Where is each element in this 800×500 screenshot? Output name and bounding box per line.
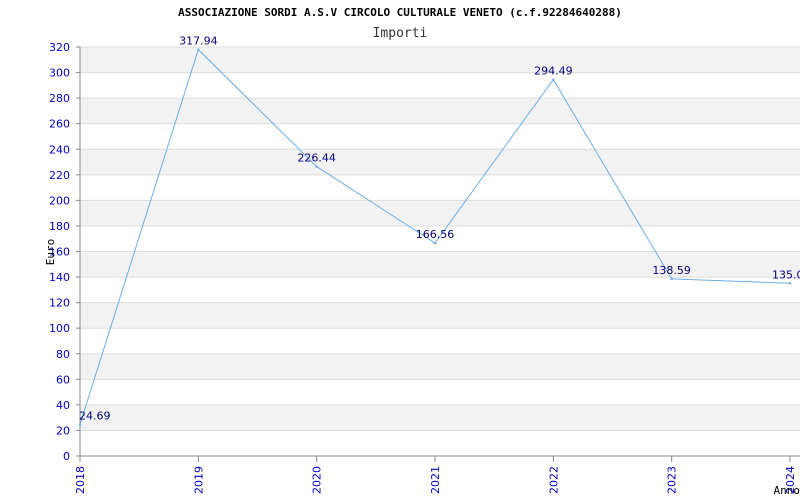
grid-band (80, 251, 800, 278)
data-point (78, 423, 82, 426)
y-tick-label: 180 (49, 220, 70, 233)
data-label: 138.59 (652, 264, 691, 277)
x-tick-label: 2019 (192, 466, 205, 494)
x-tick-label: 2018 (74, 466, 87, 494)
data-point (552, 78, 555, 81)
y-tick-label: 120 (49, 297, 70, 310)
grid-band (80, 404, 800, 431)
data-point (197, 48, 200, 51)
line-chart: ASSOCIAZIONE SORDI A.S.V CIRCOLO CULTURA… (44, 6, 800, 497)
grid-band (80, 149, 800, 175)
data-label: 294.49 (534, 65, 573, 78)
x-axis-ticks: 2018 2019 2020 2021 2022 2023 2024 (74, 456, 797, 494)
chart-subtitle: Importi (373, 26, 428, 41)
y-tick-label: 0 (63, 450, 70, 463)
grid-band (80, 98, 800, 124)
y-tick-label: 20 (56, 424, 70, 437)
y-tick-label: 200 (49, 194, 70, 207)
data-label: 226.44 (297, 152, 336, 165)
y-tick-label: 40 (56, 399, 70, 412)
y-tick-label: 280 (49, 92, 70, 105)
x-tick-label: 2022 (547, 466, 560, 494)
x-axis-label: Anno (774, 484, 800, 497)
data-label: 317.94 (179, 35, 218, 48)
grid-band (80, 353, 800, 380)
y-tick-label: 320 (49, 41, 70, 54)
grid-band (80, 200, 800, 226)
data-point (788, 282, 792, 285)
y-tick-label: 300 (49, 67, 70, 80)
x-tick-label: 2020 (311, 466, 324, 494)
y-axis-label: Euro (44, 239, 57, 266)
grid-band (80, 302, 800, 329)
data-label: 24.69 (79, 409, 111, 422)
data-point (433, 241, 437, 245)
data-label: 166.56 (416, 228, 455, 241)
data-point (315, 165, 318, 168)
y-tick-label: 100 (49, 322, 70, 335)
y-tick-label: 220 (49, 169, 70, 182)
data-label: 135.09 (772, 268, 800, 281)
y-tick-label: 80 (56, 348, 70, 361)
grid-band (80, 47, 800, 73)
x-tick-label: 2021 (429, 466, 442, 494)
y-tick-label: 140 (49, 271, 70, 284)
y-tick-label: 260 (49, 118, 70, 131)
y-tick-label: 240 (49, 143, 70, 156)
chart-title: ASSOCIAZIONE SORDI A.S.V CIRCOLO CULTURA… (178, 6, 622, 19)
x-tick-label: 2023 (666, 466, 679, 494)
data-point (670, 277, 673, 281)
y-tick-label: 60 (56, 373, 70, 386)
